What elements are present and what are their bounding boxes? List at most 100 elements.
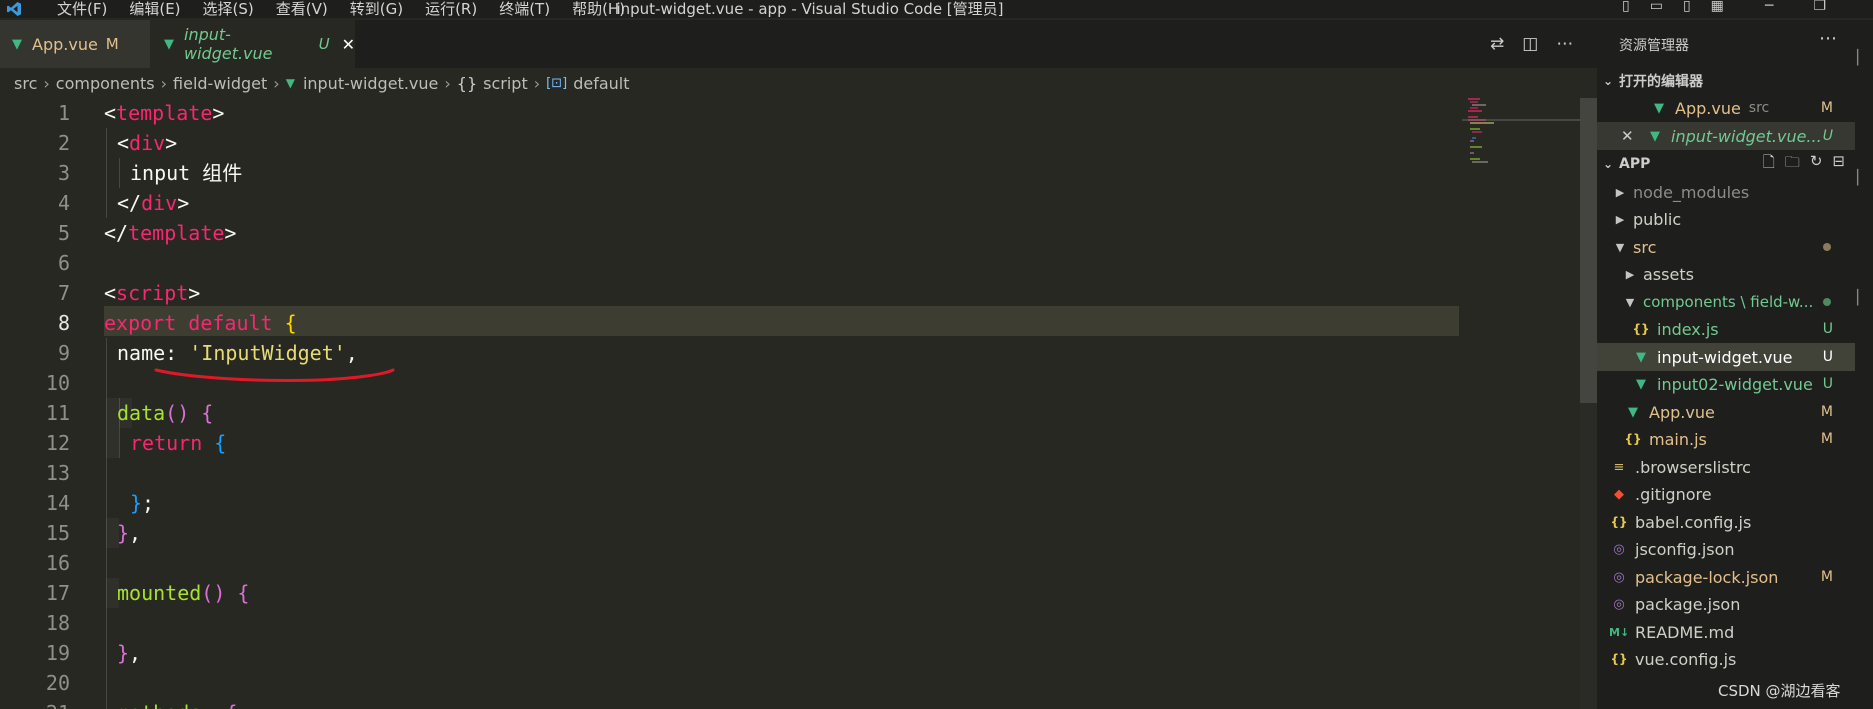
restore-icon[interactable]: ❐ <box>1813 0 1826 14</box>
breadcrumb-src[interactable]: src <box>14 74 37 93</box>
layout-controls: ▯ ▭ ▯ ▦ <box>1622 0 1724 14</box>
open-editor-app-vue[interactable]: ▼ App.vue src M <box>1597 94 1855 122</box>
indent-guide <box>106 128 107 218</box>
list-icon: ≡ <box>1613 459 1625 475</box>
json-icon: ◎ <box>1613 596 1625 612</box>
chevron-right-icon: › <box>444 73 451 93</box>
line-number: 20 <box>45 671 70 695</box>
tree-item-components-field-widget[interactable]: ▼ components \ field-w... <box>1597 288 1855 316</box>
code-line-12: return { <box>130 431 227 455</box>
chevron-down-icon: ⌄ <box>1602 157 1614 171</box>
customize-layout-icon[interactable]: ▦ <box>1711 0 1724 14</box>
code-line-2: <div> <box>117 131 178 155</box>
vue-icon: ▼ <box>12 36 22 52</box>
git-badge: U <box>1822 376 1833 392</box>
new-folder-icon[interactable]: 🗀 <box>1785 152 1800 177</box>
breadcrumb-script[interactable]: script <box>483 74 528 93</box>
symbol-object-icon: [⊡] <box>546 75 568 91</box>
toggle-secondary-sidebar-icon[interactable]: ▯ <box>1683 0 1691 14</box>
tree-item-vue-config-js[interactable]: {} vue.config.js <box>1597 645 1855 673</box>
tree-item-assets[interactable]: ▶ assets <box>1597 260 1855 288</box>
git-icon: ◆ <box>1614 486 1624 502</box>
tree-item-jsconfig-json[interactable]: ◎ jsconfig.json <box>1597 535 1855 563</box>
tree-item-input02-widget-vue[interactable]: ▼ input02-widget.vue U <box>1597 370 1855 398</box>
breadcrumb-components[interactable]: components <box>56 74 155 93</box>
scrollbar-thumb[interactable] <box>1580 98 1597 403</box>
tree-item-package-lock-json[interactable]: ◎ package-lock.json M <box>1597 563 1855 591</box>
tree-item-app-vue[interactable]: ▼ App.vue M <box>1597 398 1855 426</box>
more-actions-icon[interactable]: ⋯ <box>1556 34 1573 54</box>
minimize-icon[interactable]: ─ <box>1765 0 1773 14</box>
open-editor-input-widget[interactable]: ✕ ▼ input-widget.vue... U <box>1597 122 1855 150</box>
vue-icon: ▼ <box>1654 100 1664 116</box>
tree-item-readme-md[interactable]: M↓ README.md <box>1597 618 1855 646</box>
window-title: input-widget.vue - app - Visual Studio C… <box>616 0 1004 18</box>
close-icon[interactable]: ✕ <box>342 35 355 54</box>
chevron-down-icon: ▼ <box>1615 240 1625 254</box>
close-icon[interactable]: ✕ <box>1621 127 1641 145</box>
tree-item-package-json[interactable]: ◎ package.json <box>1597 590 1855 618</box>
split-editor-icon[interactable]: ◫ <box>1522 34 1538 54</box>
app-section[interactable]: ⌄ APP 🗋 🗀 ↻ ⊟ <box>1597 151 1855 177</box>
line-number: 6 <box>57 251 70 275</box>
tree-item-gitignore[interactable]: ◆ .gitignore <box>1597 480 1855 508</box>
chevron-right-icon: › <box>273 73 280 93</box>
tree-item-node-modules[interactable]: ▶ node_modules <box>1597 178 1855 206</box>
red-underline-annotation <box>154 368 395 383</box>
tree-item-babel-config-js[interactable]: {} babel.config.js <box>1597 508 1855 536</box>
panel-edge-icon: ▏ <box>1857 170 1868 186</box>
git-badge: U <box>1822 321 1833 337</box>
code-line-9: name: 'InputWidget', <box>117 341 358 365</box>
code-line-4: </div> <box>117 191 190 215</box>
explorer-header: 资源管理器 <box>1619 38 1689 54</box>
vue-icon: ▼ <box>1636 349 1646 365</box>
tab-input-widget-vue[interactable]: ▼ input-widget.vue U ✕ <box>150 20 355 68</box>
tree-item-main-js[interactable]: {} main.js M <box>1597 425 1855 453</box>
braces-icon: {} <box>456 73 478 93</box>
line-number: 16 <box>45 551 70 575</box>
tree-item-browserslistrc[interactable]: ≡ .browserslistrc <box>1597 453 1855 481</box>
chevron-right-icon: › <box>43 73 50 93</box>
git-badge: M <box>1820 100 1833 116</box>
compare-changes-icon[interactable]: ⇄ <box>1490 34 1504 54</box>
markdown-icon: M↓ <box>1609 625 1630 639</box>
line-number: 3 <box>57 161 70 185</box>
json-icon: ◎ <box>1613 541 1625 557</box>
code-editor[interactable]: 1 2 3 4 5 6 7 8 9 10 11 12 13 14 15 16 1… <box>0 98 1597 709</box>
new-file-icon[interactable]: 🗋 <box>1763 152 1775 177</box>
chevron-right-icon: › <box>160 73 168 93</box>
tree-item-index-js[interactable]: {} index.js U <box>1597 315 1855 343</box>
line-number: 1 <box>57 101 70 125</box>
js-icon: {} <box>1610 515 1628 529</box>
breadcrumb-field-widget[interactable]: field-widget <box>173 74 267 93</box>
vertical-scrollbar[interactable] <box>1580 98 1597 709</box>
explorer-actions: 🗋 🗀 ↻ ⊟ <box>1763 152 1845 177</box>
refresh-icon[interactable]: ↻ <box>1810 152 1823 177</box>
untracked-dot <box>1823 298 1831 306</box>
line-number: 15 <box>45 521 70 545</box>
tree-item-input-widget-vue[interactable]: ▼ input-widget.vue U <box>1597 343 1855 371</box>
open-editors-section[interactable]: ⌄ 打开的编辑器 <box>1597 68 1855 94</box>
line-number: 18 <box>45 611 70 635</box>
more-actions-icon[interactable]: ⋯ <box>1819 28 1837 49</box>
file-path: src <box>1748 100 1770 116</box>
line-number: 21 <box>10 698 70 709</box>
collapse-all-icon[interactable]: ⊟ <box>1832 152 1845 177</box>
vue-icon: ▼ <box>285 76 295 90</box>
tree-item-public[interactable]: ▶ public <box>1597 205 1855 233</box>
tree-item-src[interactable]: ▼ src <box>1597 233 1855 261</box>
line-number: 17 <box>45 581 70 605</box>
toggle-sidebar-icon[interactable]: ▯ <box>1622 0 1630 14</box>
breadcrumb: src › components › field-widget › ▼ inpu… <box>0 68 1597 98</box>
toggle-panel-icon[interactable]: ▭ <box>1650 0 1663 14</box>
breadcrumb-file[interactable]: input-widget.vue <box>303 74 438 93</box>
git-badge: U <box>1822 128 1833 144</box>
minimap-preview <box>1462 98 1580 163</box>
minimap[interactable] <box>1462 98 1580 709</box>
code-line-3: input 组件 <box>130 161 243 185</box>
explorer-sidebar: 资源管理器 ⋯ ⌄ 打开的编辑器 ▼ App.vue src M ✕ ▼ inp… <box>1597 20 1855 709</box>
line-number: 10 <box>45 371 70 395</box>
tab-app-vue[interactable]: ▼ App.vue M <box>0 20 150 68</box>
breadcrumb-default[interactable]: default <box>573 74 629 93</box>
csdn-watermark: CSDN @湖边看客 <box>1718 682 1841 700</box>
